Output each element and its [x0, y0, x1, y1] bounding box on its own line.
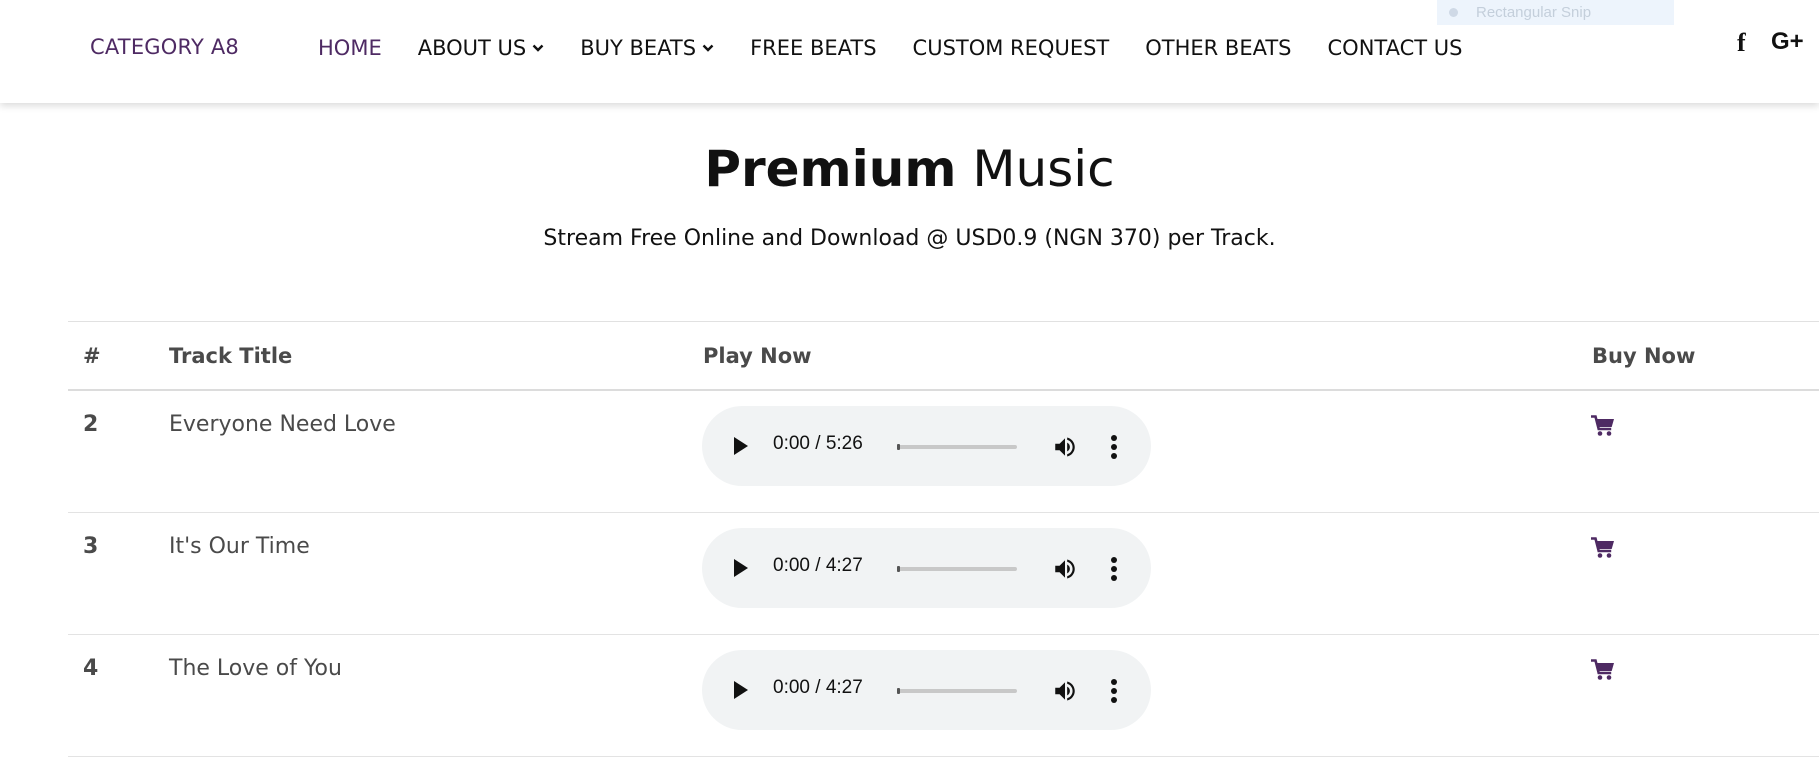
- facebook-icon[interactable]: f: [1737, 28, 1746, 58]
- more-vert-icon[interactable]: [1110, 434, 1118, 460]
- track-number: 4: [83, 656, 99, 681]
- site-header: CATEGORY A8 HOME ABOUT US BUY BEATS FREE…: [0, 0, 1819, 103]
- page-subtitle: Stream Free Online and Download @ USD0.9…: [543, 226, 1276, 251]
- nav-about-us[interactable]: ABOUT US: [418, 36, 545, 60]
- audio-time: 0:00 / 4:27: [773, 677, 863, 698]
- volume-icon[interactable]: [1052, 556, 1078, 582]
- nav-home[interactable]: HOME: [318, 36, 382, 60]
- audio-player[interactable]: 0:00 / 4:27: [702, 650, 1151, 730]
- table-row: 3 It's Our Time 0:00 / 4:27: [68, 513, 1819, 635]
- nav-buy-beats[interactable]: BUY BEATS: [580, 36, 714, 60]
- nav-other-beats[interactable]: OTHER BEATS: [1145, 36, 1291, 60]
- page-title-light: Music: [972, 140, 1115, 198]
- volume-icon[interactable]: [1052, 434, 1078, 460]
- more-vert-icon[interactable]: [1110, 678, 1118, 704]
- nav-contact-us-label: CONTACT US: [1327, 36, 1463, 60]
- nav-custom-request-label: CUSTOM REQUEST: [912, 36, 1110, 60]
- audio-player[interactable]: 0:00 / 5:26: [702, 406, 1151, 486]
- snip-label: Rectangular Snip: [1476, 4, 1592, 21]
- track-title: It's Our Time: [169, 534, 310, 559]
- nav-buy-beats-label: BUY BEATS: [580, 36, 697, 60]
- column-header-buy: Buy Now: [1592, 344, 1696, 368]
- play-icon[interactable]: [734, 559, 748, 577]
- nav-home-label: HOME: [318, 36, 382, 60]
- nav-other-beats-label: OTHER BEATS: [1145, 36, 1292, 60]
- table-row: 4 The Love of You 0:00 / 4:27: [68, 635, 1819, 757]
- site-logo[interactable]: CATEGORY A8: [90, 35, 239, 59]
- audio-seek-bar[interactable]: [897, 566, 1017, 572]
- track-number: 2: [83, 412, 99, 437]
- google-plus-icon[interactable]: G+: [1771, 28, 1804, 56]
- page-title: Premium Music: [0, 140, 1819, 198]
- track-title: Everyone Need Love: [169, 412, 396, 437]
- snip-radio-icon: [1449, 8, 1458, 17]
- chevron-down-icon: [702, 44, 714, 52]
- shopping-cart-icon[interactable]: [1591, 415, 1615, 437]
- table-row: 2 Everyone Need Love 0:00 / 5:26: [68, 391, 1819, 513]
- nav-free-beats-label: FREE BEATS: [750, 36, 877, 60]
- nav-about-us-label: ABOUT US: [417, 36, 527, 60]
- main-nav: HOME ABOUT US BUY BEATS FREE BEATS CUSTO…: [318, 36, 1462, 60]
- audio-time: 0:00 / 4:27: [773, 555, 863, 576]
- table-header: # Track Title Play Now Buy Now: [68, 321, 1819, 391]
- column-header-number: #: [83, 344, 101, 368]
- play-icon[interactable]: [734, 681, 748, 699]
- nav-custom-request[interactable]: CUSTOM REQUEST: [913, 36, 1110, 60]
- track-title: The Love of You: [169, 656, 342, 681]
- audio-seek-bar[interactable]: [897, 444, 1017, 450]
- play-icon[interactable]: [734, 437, 748, 455]
- column-header-title: Track Title: [169, 344, 293, 368]
- track-number: 3: [83, 534, 99, 559]
- audio-player[interactable]: 0:00 / 4:27: [702, 528, 1151, 608]
- nav-free-beats[interactable]: FREE BEATS: [750, 36, 876, 60]
- column-header-play: Play Now: [703, 344, 812, 368]
- audio-time: 0:00 / 5:26: [773, 433, 863, 454]
- nav-contact-us[interactable]: CONTACT US: [1328, 36, 1463, 60]
- tracks-table: # Track Title Play Now Buy Now 2 Everyon…: [68, 321, 1819, 757]
- shopping-cart-icon[interactable]: [1591, 659, 1615, 681]
- more-vert-icon[interactable]: [1110, 556, 1118, 582]
- snip-overlay: Rectangular Snip: [1437, 0, 1674, 25]
- shopping-cart-icon[interactable]: [1591, 537, 1615, 559]
- volume-icon[interactable]: [1052, 678, 1078, 704]
- page-title-bold: Premium: [704, 140, 957, 198]
- chevron-down-icon: [532, 44, 544, 52]
- audio-seek-bar[interactable]: [897, 688, 1017, 694]
